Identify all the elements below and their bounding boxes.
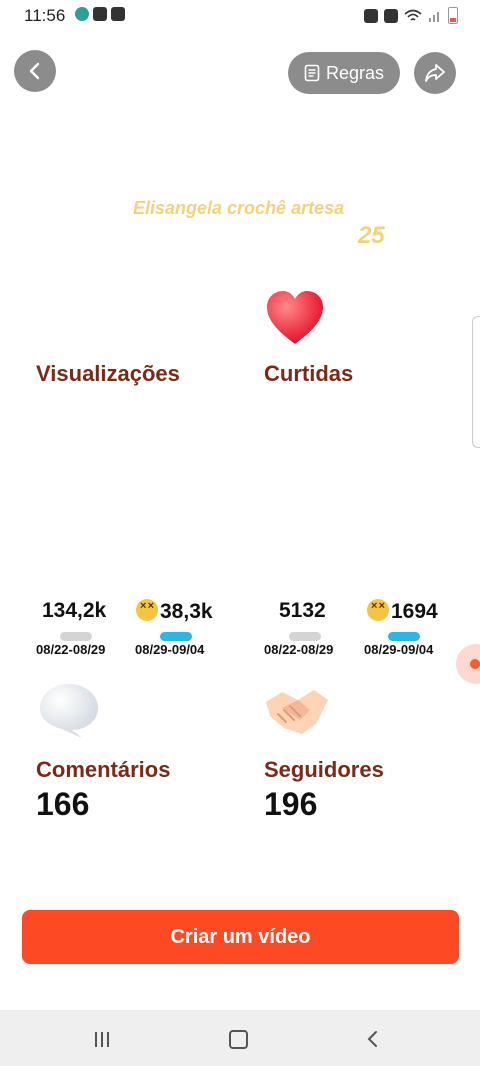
likes-label: Curtidas (264, 361, 354, 386)
views-curr-period: 08/29-09/04 (135, 642, 205, 657)
views-label: Visualizações (36, 361, 180, 386)
heart-icon (267, 291, 323, 344)
views-prev-value: 134,2k (42, 599, 107, 622)
alarm-icon (384, 8, 398, 23)
views-curr-wrap: 38,3k (136, 599, 213, 624)
status-bar: 11:56 (0, 0, 480, 32)
rules-icon (304, 64, 320, 82)
likes-curr-wrap: 1694 (367, 599, 438, 624)
views-curr-bar (160, 632, 192, 641)
status-time: 11:56 (24, 6, 66, 25)
notification-icons (75, 7, 125, 21)
create-video-button[interactable]: Criar um vídeo (22, 910, 459, 964)
lock-icon (364, 8, 378, 23)
comments-label: Comentários (36, 757, 171, 782)
app-notification-icon (75, 7, 89, 21)
side-panel-handle[interactable] (472, 316, 480, 448)
back-button[interactable] (14, 50, 56, 92)
views-curr-value: 38,3k (160, 600, 213, 623)
share-icon (425, 64, 445, 82)
handshake-icon (266, 690, 328, 734)
battery-icon (448, 7, 458, 24)
followers-label: Seguidores (264, 757, 384, 782)
back-icon (29, 62, 40, 80)
views-prev-bar (60, 632, 92, 641)
recent-apps-button[interactable] (95, 1032, 109, 1047)
wifi-icon (404, 9, 422, 21)
user-name: Elisangela crochê artesa (133, 198, 345, 218)
likes-curr-value: 1694 (391, 600, 438, 623)
likes-prev-period: 08/22-08/29 (264, 642, 334, 657)
rules-button[interactable]: Regras (288, 52, 400, 94)
likes-curr-period: 08/29-09/04 (364, 642, 434, 657)
likes-prev-bar (289, 632, 321, 641)
floating-bubble[interactable] (456, 644, 480, 684)
video-notification-icon (93, 7, 107, 21)
followers-value: 196 (264, 786, 318, 822)
system-icons (364, 7, 458, 24)
likes-curr-bar (388, 632, 420, 641)
rules-label: Regras (325, 62, 385, 83)
dizzy-emoji-icon (136, 599, 158, 621)
home-button[interactable] (229, 1030, 248, 1049)
speech-bubble-icon (40, 684, 98, 738)
share-button[interactable] (414, 52, 456, 94)
dizzy-emoji-icon (367, 599, 389, 621)
nav-back-icon[interactable] (366, 1030, 378, 1048)
user-number: 25 (358, 222, 385, 249)
signal-icon (429, 11, 439, 22)
comments-value: 166 (36, 786, 90, 822)
views-prev-period: 08/22-08/29 (36, 642, 106, 657)
likes-prev-value: 5132 (279, 599, 326, 622)
message-notification-icon (111, 7, 125, 21)
